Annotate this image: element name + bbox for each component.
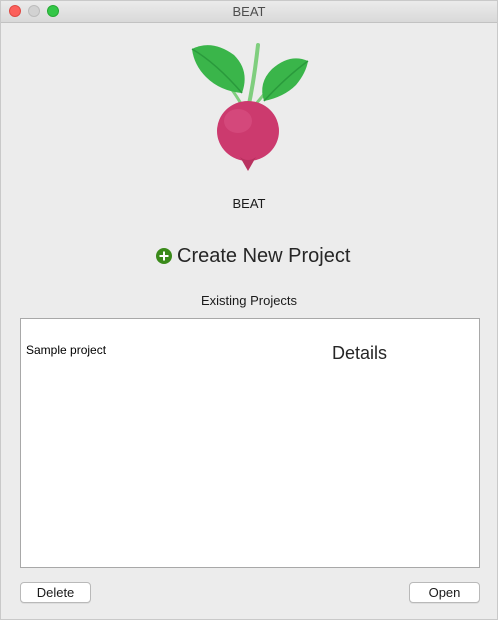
plus-circle-icon [156,248,172,264]
app-window: BEAT BEAT Create New Project Existing Pr… [0,0,498,620]
beet-icon [186,41,314,173]
window-title: BEAT [232,4,266,19]
existing-projects-panel: Sample project Details [20,318,480,568]
project-list-item[interactable]: Sample project [26,343,106,357]
open-button[interactable]: Open [409,582,480,603]
delete-button[interactable]: Delete [20,582,91,603]
create-new-project-label: Create New Project [177,244,351,267]
existing-projects-heading: Existing Projects [200,293,298,308]
create-new-project-button[interactable]: Create New Project [156,243,350,269]
app-name-label: BEAT [232,196,266,211]
title-bar[interactable]: BEAT [1,1,497,23]
details-heading: Details [332,343,388,363]
